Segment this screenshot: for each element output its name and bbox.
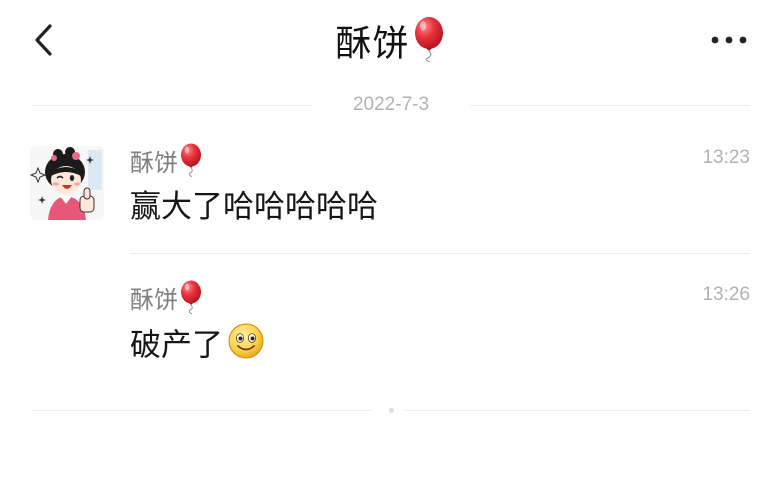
message-divider (130, 253, 750, 254)
balloon-icon (178, 143, 204, 185)
more-dots-icon (711, 36, 747, 44)
bottom-separator (32, 408, 750, 414)
message-content: 破产了 (130, 327, 223, 364)
message-item[interactable]: 酥饼 13:23 赢大了哈哈哈哈哈 (130, 143, 750, 243)
avatar[interactable] (30, 146, 104, 220)
message-time: 13:26 (702, 284, 750, 305)
separator-dot (389, 408, 394, 413)
balloon-icon (178, 280, 204, 322)
chat-header: 酥饼 (0, 0, 783, 82)
message-content-row: 破产了 (130, 322, 265, 372)
chat-title: 酥饼 (0, 16, 783, 75)
date-separator: 2022-7-3 (32, 92, 750, 118)
chat-title-text: 酥饼 (335, 23, 410, 65)
separator-line (470, 105, 750, 106)
separator-line (32, 410, 372, 411)
sender-name: 酥饼 (130, 143, 204, 185)
message-item[interactable]: 酥饼 13:26 破产了 (130, 280, 750, 380)
balloon-icon (410, 16, 448, 75)
sender-name-text: 酥饼 (130, 149, 178, 177)
smile-emoji-icon (227, 322, 265, 372)
message-content: 赢大了哈哈哈哈哈 (130, 189, 378, 225)
more-button[interactable] (709, 30, 749, 50)
separator-line (405, 410, 750, 411)
message-time: 13:23 (702, 147, 750, 168)
sender-name-text: 酥饼 (130, 286, 178, 314)
sender-name: 酥饼 (130, 280, 204, 322)
